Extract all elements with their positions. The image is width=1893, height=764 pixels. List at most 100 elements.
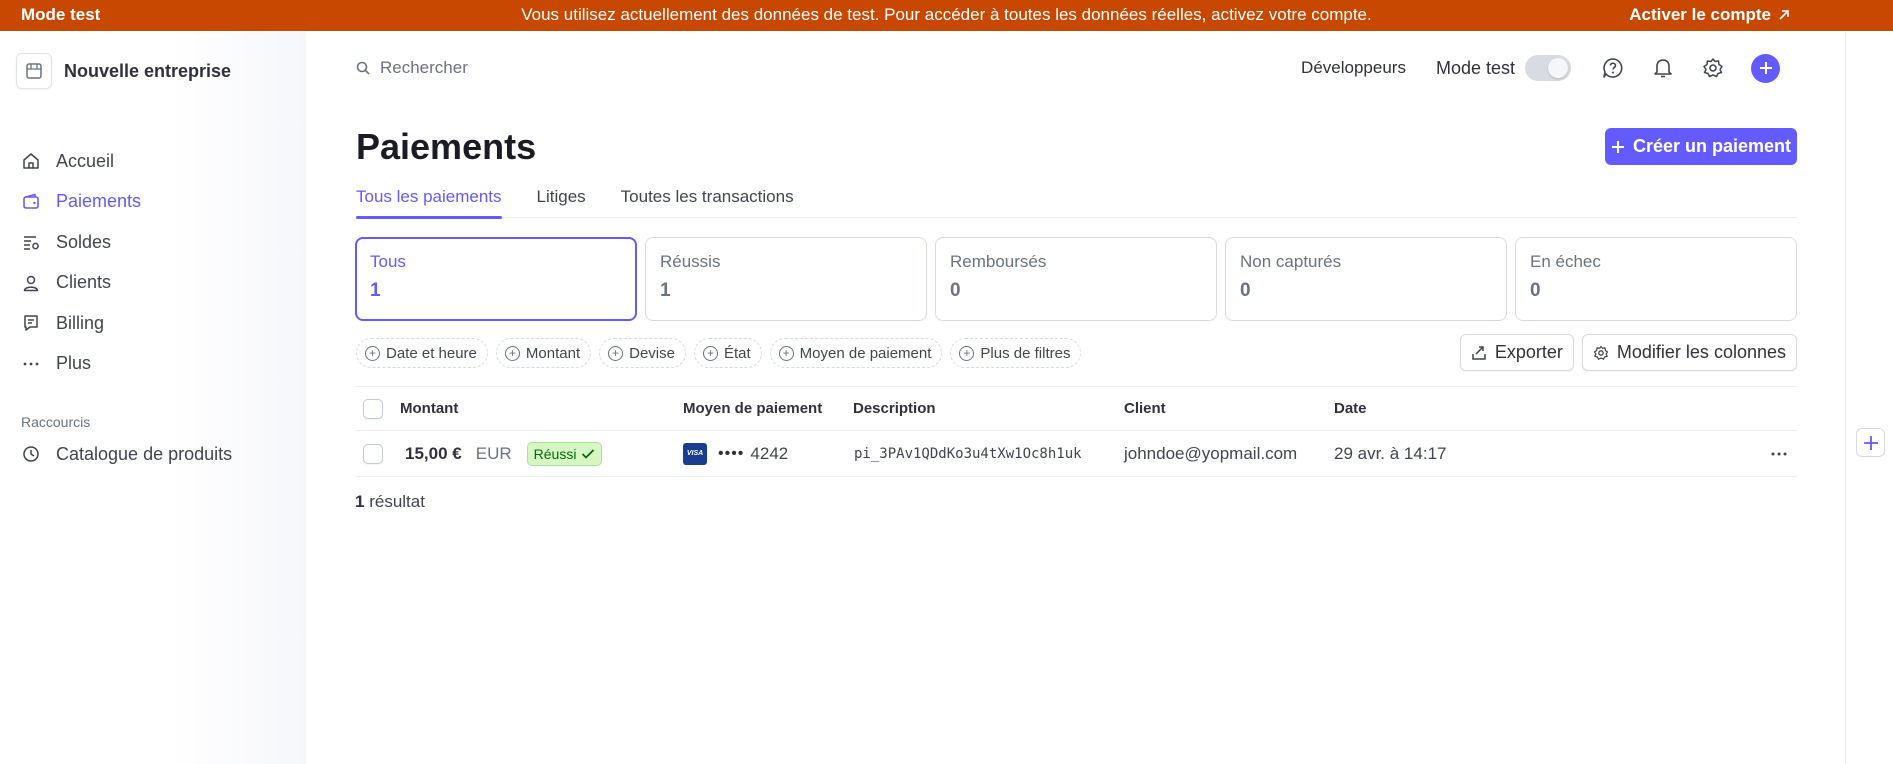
- help-icon[interactable]: [1601, 56, 1625, 80]
- header-date[interactable]: Date: [1334, 387, 1367, 430]
- tab-litiges[interactable]: Litiges: [537, 182, 586, 218]
- status-card-label: Remboursés: [950, 252, 1047, 271]
- status-card-non-captures[interactable]: Non capturés 0: [1225, 237, 1507, 321]
- sidebar-item-plus[interactable]: Plus: [20, 344, 141, 385]
- balances-icon: [20, 231, 42, 253]
- sidebar: Nouvelle entreprise Accueil Paiements So…: [0, 31, 306, 764]
- filter-label: Date et heure: [386, 344, 477, 362]
- sidebar-item-soldes[interactable]: Soldes: [20, 222, 141, 263]
- sidebar-nav: Accueil Paiements Soldes Clients Billing…: [20, 141, 141, 384]
- ellipsis-icon: [1771, 452, 1787, 455]
- export-label: Exporter: [1494, 342, 1563, 362]
- shortcut-label: Catalogue de produits: [56, 443, 233, 464]
- test-mode-toggle[interactable]: [1525, 55, 1571, 81]
- row-checkbox[interactable]: [363, 443, 383, 464]
- status-card-reussis[interactable]: Réussis 1: [645, 237, 927, 321]
- test-mode-label: Mode test: [1435, 57, 1515, 78]
- bell-icon[interactable]: [1651, 56, 1675, 80]
- filter-label: Moyen de paiement: [799, 344, 932, 362]
- gear-icon[interactable]: [1701, 56, 1725, 80]
- sidebar-item-clients[interactable]: Clients: [20, 263, 141, 304]
- status-card-count: 0: [1240, 280, 1251, 301]
- topbar-actions: Développeurs Mode test: [1301, 52, 1780, 84]
- create-payment-button[interactable]: Créer un paiement: [1605, 128, 1797, 165]
- plus-circle-icon: +: [608, 345, 624, 361]
- status-badge: Réussi: [526, 441, 603, 466]
- shortcuts-title: Raccourcis: [21, 414, 91, 430]
- filter-date-et-heure[interactable]: + Date et heure: [356, 338, 488, 368]
- developers-link[interactable]: Développeurs: [1301, 58, 1406, 78]
- table-row[interactable]: 15,00 € EUR Réussi VISA •••• 4242 pi_3PA…: [356, 431, 1797, 477]
- plus-circle-icon: +: [959, 345, 975, 361]
- toggle-knob: [1548, 58, 1568, 78]
- visa-card-icon: VISA: [683, 442, 707, 465]
- status-card-count: 0: [1530, 280, 1541, 301]
- table-actions: Exporter Modifier les colonnes: [1459, 334, 1797, 371]
- wallet-icon: [20, 191, 42, 213]
- filter-devise[interactable]: + Devise: [599, 338, 686, 368]
- search-input[interactable]: Rechercher: [356, 58, 468, 78]
- sidebar-item-label: Plus: [56, 353, 92, 374]
- edit-columns-label: Modifier les colonnes: [1616, 342, 1786, 362]
- right-rail: [1845, 31, 1893, 764]
- status-card-count: 0: [950, 280, 961, 301]
- add-widget-button[interactable]: [1856, 428, 1885, 457]
- home-icon: [20, 150, 42, 172]
- filter-montant[interactable]: + Montant: [495, 338, 592, 368]
- activate-account-link[interactable]: Activer le compte: [1629, 5, 1791, 25]
- payments-table: Montant Moyen de paiement Description Cl…: [356, 386, 1797, 477]
- select-all-checkbox[interactable]: [363, 398, 383, 419]
- sidebar-item-label: Paiements: [56, 191, 142, 212]
- amount-value: 15,00 €: [405, 443, 462, 463]
- card-mask: ••••: [718, 444, 745, 462]
- clock-icon: [20, 443, 42, 465]
- filter-bar: + Date et heure + Montant + Devise + État + M…: [356, 338, 1082, 368]
- amount-cell: 15,00 € EUR Réussi: [405, 431, 603, 476]
- plus-circle-icon: +: [702, 345, 718, 361]
- filter-etat[interactable]: + État: [693, 338, 762, 368]
- billing-icon: [20, 312, 42, 334]
- description-cell: pi_3PAv1QDdKo3u4tXw1Oc8h1uk: [854, 445, 1082, 462]
- status-card-label: Non capturés: [1240, 252, 1342, 271]
- filter-label: État: [723, 344, 751, 362]
- status-cards: Tous 1 Réussis 1 Remboursés 0 Non captur…: [355, 237, 1797, 321]
- header-payment-method[interactable]: Moyen de paiement: [683, 387, 822, 430]
- store-icon: [16, 53, 52, 89]
- header-amount[interactable]: Montant: [400, 387, 458, 430]
- currency-code: EUR: [475, 443, 512, 463]
- gear-icon: [1593, 345, 1609, 360]
- sidebar-item-billing[interactable]: Billing: [20, 303, 141, 344]
- sidebar-item-paiements[interactable]: Paiements: [20, 182, 141, 223]
- filter-plus-de-filtres[interactable]: + Plus de filtres: [950, 338, 1082, 368]
- company-switcher[interactable]: Nouvelle entreprise: [16, 53, 231, 89]
- filter-label: Montant: [525, 344, 581, 362]
- status-card-tous[interactable]: Tous 1: [355, 237, 637, 321]
- banner-message: Vous utilisez actuellement des données d…: [521, 5, 1372, 24]
- row-select-cell: [363, 431, 383, 476]
- plus-icon: [1863, 435, 1878, 450]
- create-new-button[interactable]: [1751, 53, 1780, 83]
- plus-icon: [1759, 62, 1772, 74]
- status-card-label: Tous: [370, 252, 406, 271]
- table-header: Montant Moyen de paiement Description Cl…: [356, 386, 1797, 431]
- shortcut-catalogue-de-produits[interactable]: Catalogue de produits: [20, 434, 232, 475]
- filter-moyen-de-paiement[interactable]: + Moyen de paiement: [769, 338, 943, 368]
- filter-label: Devise: [629, 344, 675, 362]
- tab-toutes-les-transactions[interactable]: Toutes les transactions: [621, 182, 794, 218]
- sidebar-item-accueil[interactable]: Accueil: [20, 141, 141, 182]
- header-description[interactable]: Description: [853, 387, 936, 430]
- row-more-button[interactable]: [1771, 431, 1787, 476]
- tab-tous-les-paiements[interactable]: Tous les paiements: [356, 182, 502, 219]
- plus-icon: [1611, 140, 1624, 153]
- header-client[interactable]: Client: [1124, 387, 1166, 430]
- plus-circle-icon: +: [504, 345, 520, 361]
- edit-columns-button[interactable]: Modifier les colonnes: [1581, 334, 1797, 371]
- export-button[interactable]: Exporter: [1459, 334, 1574, 371]
- payment-method-cell: VISA •••• 4242: [683, 431, 788, 476]
- status-card-en-echec[interactable]: En échec 0: [1515, 237, 1797, 321]
- page-title: Paiements: [356, 126, 537, 167]
- status-card-rembourses[interactable]: Remboursés 0: [935, 237, 1217, 321]
- test-mode-banner: Mode test Vous utilisez actuellement des…: [0, 0, 1893, 31]
- company-name: Nouvelle entreprise: [64, 60, 232, 81]
- sidebar-item-label: Soldes: [56, 231, 112, 252]
